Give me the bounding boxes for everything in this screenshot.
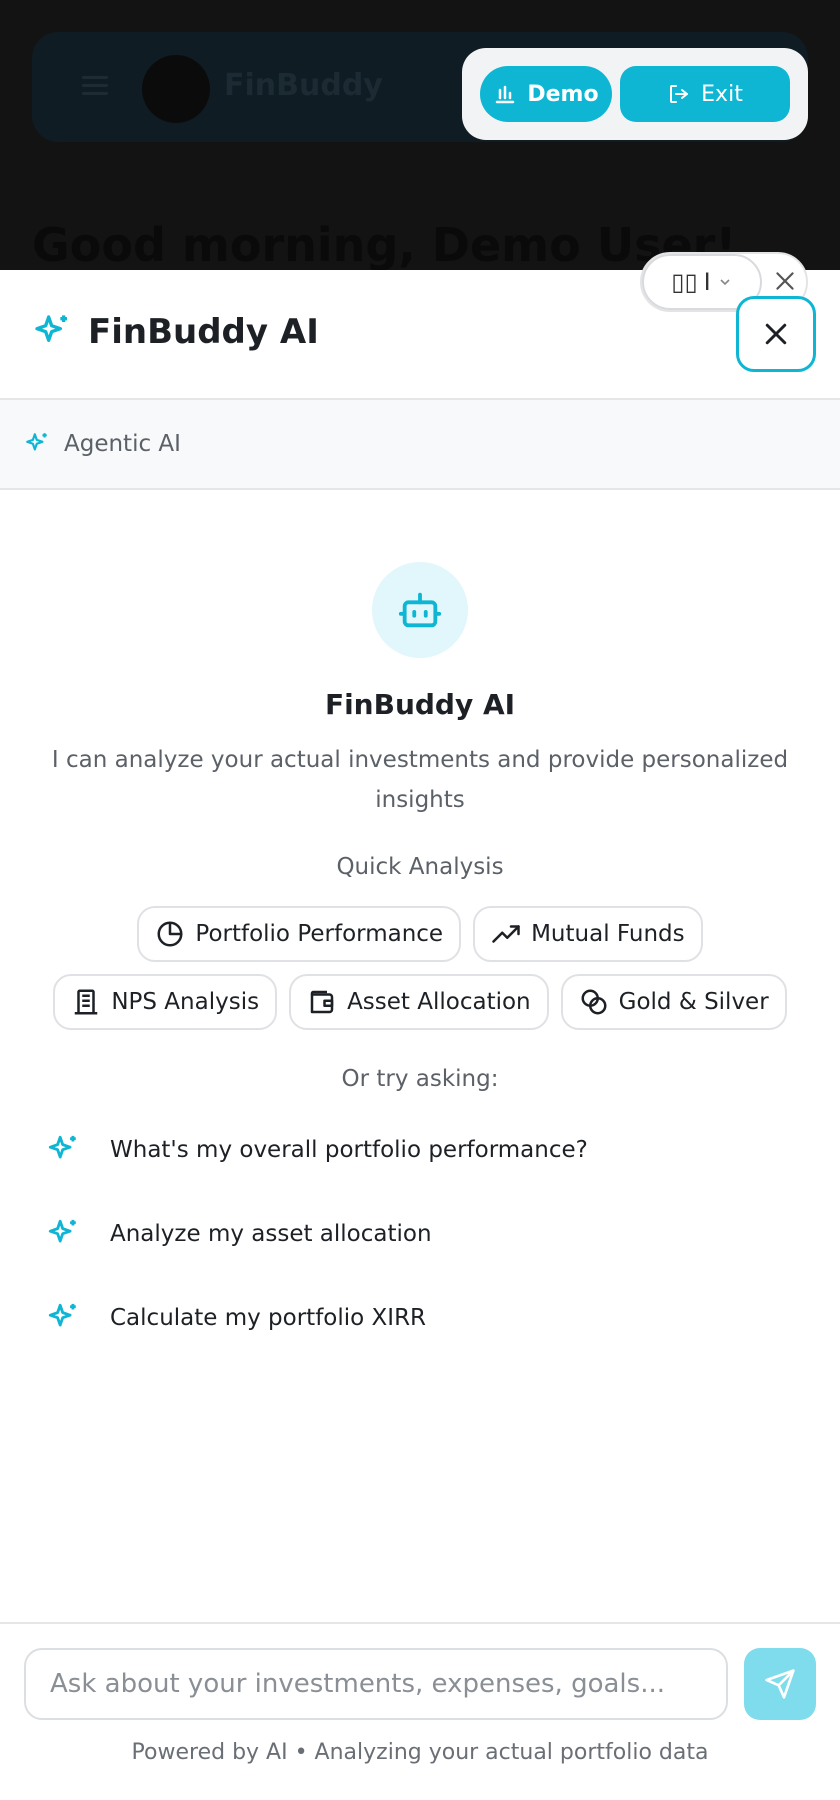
chip-label: Asset Allocation — [347, 989, 531, 1015]
close-panel-button[interactable] — [736, 296, 816, 372]
wallet-icon — [310, 990, 334, 1014]
assistant-name: FinBuddy AI — [324, 688, 516, 721]
assistant-avatar — [372, 562, 468, 658]
menu-icon — [82, 76, 108, 96]
sparkles-icon — [35, 315, 67, 342]
coins-icon — [581, 989, 607, 1015]
chip-label: Gold & Silver — [618, 989, 769, 1015]
try-asking-label: Or try asking: — [341, 1066, 499, 1092]
sparkles-icon — [48, 1219, 76, 1243]
suggestion-text: Analyze my asset allocation — [110, 1221, 432, 1247]
sparkles-icon — [48, 1303, 76, 1327]
demo-exit-toolbar: Demo Exit — [462, 48, 808, 140]
chip-label: NPS Analysis — [111, 989, 260, 1015]
greeting-heading: Good morning, Demo User! — [32, 218, 737, 270]
chip-portfolio-performance[interactable]: Portfolio Performance — [137, 906, 462, 962]
chip-label: Mutual Funds — [531, 921, 685, 947]
logout-icon — [670, 85, 689, 103]
panel-header: FinBuddy AI ▯▯ I — [0, 252, 840, 400]
quick-analysis-row: Portfolio Performance Mutual Funds — [0, 906, 840, 962]
demo-button[interactable]: Demo — [480, 66, 612, 122]
suggestion-item[interactable]: Analyze my asset allocation — [46, 1204, 806, 1264]
suggestion-text: What's my overall portfolio performance? — [110, 1137, 588, 1163]
chip-mutual-funds[interactable]: Mutual Funds — [473, 906, 703, 962]
panel-title: FinBuddy AI — [88, 312, 319, 352]
brand-logo — [142, 55, 210, 123]
chip-nps-analysis[interactable]: NPS Analysis — [53, 974, 278, 1030]
chat-message-input[interactable] — [24, 1648, 728, 1720]
quick-analysis-row: NPS Analysis Asset Allocation Gold & Sil… — [0, 974, 840, 1030]
pie-chart-icon — [157, 921, 183, 947]
trending-up-icon — [492, 925, 520, 943]
language-label: I — [703, 268, 711, 296]
mode-indicator: Agentic AI — [0, 400, 840, 490]
bot-icon — [398, 592, 442, 628]
quick-analysis-label: Quick Analysis — [336, 854, 504, 880]
suggestion-text: Calculate my portfolio XIRR — [110, 1305, 427, 1331]
sparkles-icon — [48, 1135, 76, 1159]
flag-icon: ▯▯ — [671, 268, 698, 296]
chevron-down-icon — [720, 279, 730, 286]
suggestion-item[interactable]: Calculate my portfolio XIRR — [46, 1288, 806, 1348]
brand-name: FinBuddy — [224, 68, 383, 103]
mode-label: Agentic AI — [64, 431, 181, 457]
chip-gold-silver[interactable]: Gold & Silver — [560, 974, 787, 1030]
close-icon — [765, 323, 787, 345]
sparkles-icon — [26, 433, 47, 451]
close-icon[interactable] — [772, 268, 798, 294]
chip-asset-allocation[interactable]: Asset Allocation — [289, 974, 549, 1030]
send-button[interactable] — [744, 1648, 816, 1720]
suggestion-item[interactable]: What's my overall portfolio performance? — [46, 1120, 806, 1180]
send-icon — [765, 1669, 795, 1699]
building-icon — [75, 989, 98, 1015]
composer-divider — [0, 1622, 840, 1624]
chip-label: Portfolio Performance — [195, 921, 444, 947]
ai-chat-panel: FinBuddy AI ▯▯ I Agentic AI FinBuddy AI … — [0, 252, 840, 1800]
footer-note: Powered by AI • Analyzing your actual po… — [131, 1740, 709, 1765]
assistant-description: I can analyze your actual investments an… — [51, 747, 789, 813]
exit-button[interactable]: Exit — [620, 66, 790, 122]
bar-chart-icon — [496, 85, 515, 104]
exit-label: Exit — [701, 81, 743, 107]
demo-label: Demo — [527, 81, 599, 107]
